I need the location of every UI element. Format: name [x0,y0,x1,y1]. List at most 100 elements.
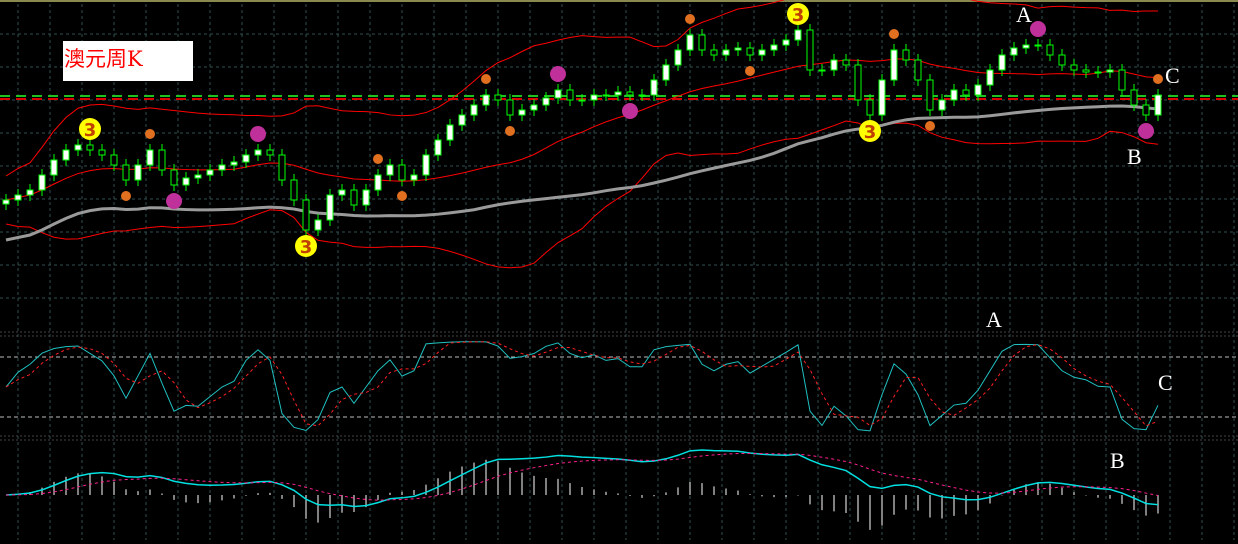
candle-body [554,89,562,99]
candle-body [830,59,838,71]
candle-body [110,154,118,166]
signal-marker-label: 3 [864,122,877,143]
candle-body [170,169,178,186]
candle-body [446,124,454,141]
candle-body [50,159,58,176]
candle-body [458,114,466,126]
candle-body [38,174,46,191]
signal-marker-magenta [1030,21,1046,37]
candle-body [770,44,778,51]
candle-body [218,164,226,171]
candle-body [1034,44,1042,47]
macd-main-line [5,449,1159,508]
candle-body [542,97,550,106]
candle-body [638,94,646,97]
candle-body [1094,71,1102,74]
candle-body [230,161,238,166]
candle-body [206,169,214,176]
candle-body [518,109,526,116]
annotation-a-main: A [1016,2,1032,27]
candle-body [566,89,574,101]
candle-body [1142,104,1150,116]
signal-marker-magenta [1138,123,1154,139]
annotation-c-osc: C [1158,370,1173,395]
annotation-b-main: B [1127,144,1142,169]
stochastic-signal-line [5,341,1159,427]
signal-marker-orange [685,14,695,24]
bollinger-upper-line [5,0,1159,177]
candle-body [662,64,670,81]
chart-title-label: 澳元周K [63,41,193,81]
candle-body [926,79,934,111]
candle-body [686,34,694,51]
candle-body [350,189,358,206]
candle-body [338,189,346,196]
candle-body [146,149,154,166]
candle-body [710,49,718,56]
candle-body [842,59,850,66]
candle-body [134,164,142,181]
signal-marker-orange [889,29,899,39]
signal-marker-orange [397,191,407,201]
annotation-a-osc: A [986,307,1002,332]
candle-body [482,94,490,106]
candle-body [1118,69,1126,91]
candle-body [266,149,274,156]
candle-body [998,54,1006,71]
candle-body [1154,94,1162,116]
candle-body [86,144,94,151]
annotation-c-main: C [1165,63,1180,88]
candle-body [734,47,742,51]
candle-body [578,99,586,102]
candle-body [1106,69,1114,73]
candle-body [278,154,286,181]
annotation-b-osc: B [1110,448,1125,473]
candle-body [1070,64,1078,71]
candle-body [962,89,970,96]
signal-marker-orange [481,74,491,84]
candle-body [854,64,862,101]
candle-body [374,174,382,191]
candle-body [386,164,394,176]
candle-body [506,99,514,116]
candle-body [1058,54,1066,66]
signal-marker-label: 3 [84,120,97,141]
candle-body [194,174,202,179]
candle-body [62,149,70,161]
price-chart[interactable]: 3 3 3 3 [0,0,1238,544]
candle-body [866,99,874,116]
signal-marker-magenta [622,103,638,119]
candle-body [1022,44,1030,49]
candle-body [650,79,658,96]
candle-body [314,219,322,231]
candle-body [2,199,10,205]
signal-marker-orange [925,121,935,131]
candle-body [950,89,958,101]
candle-body [794,29,802,41]
candle-body [938,99,946,111]
moving-average-line [5,104,1159,242]
trading-chart-window: 3 3 3 3 澳元周K A B C A B C [0,0,1238,544]
signal-marker-orange [373,154,383,164]
candle-body [74,144,82,151]
candle-body [182,177,190,186]
candle-body [410,174,418,181]
candle-body [674,49,682,66]
candle-body [914,59,922,81]
candle-body [14,194,22,201]
candle-body [242,154,250,163]
candle-body [254,149,262,156]
candle-body [494,94,502,101]
candle-body [890,49,898,81]
candle-body [1130,89,1138,106]
candle-body [902,49,910,61]
signal-marker-orange [745,66,755,76]
candle-body [434,139,442,156]
signal-marker-magenta [550,66,566,82]
candle-body [302,199,310,231]
candle-body [698,34,706,51]
signal-marker-orange [121,191,131,201]
candle-body [1046,44,1054,56]
candle-body [1010,47,1018,56]
signal-marker-orange [145,129,155,139]
